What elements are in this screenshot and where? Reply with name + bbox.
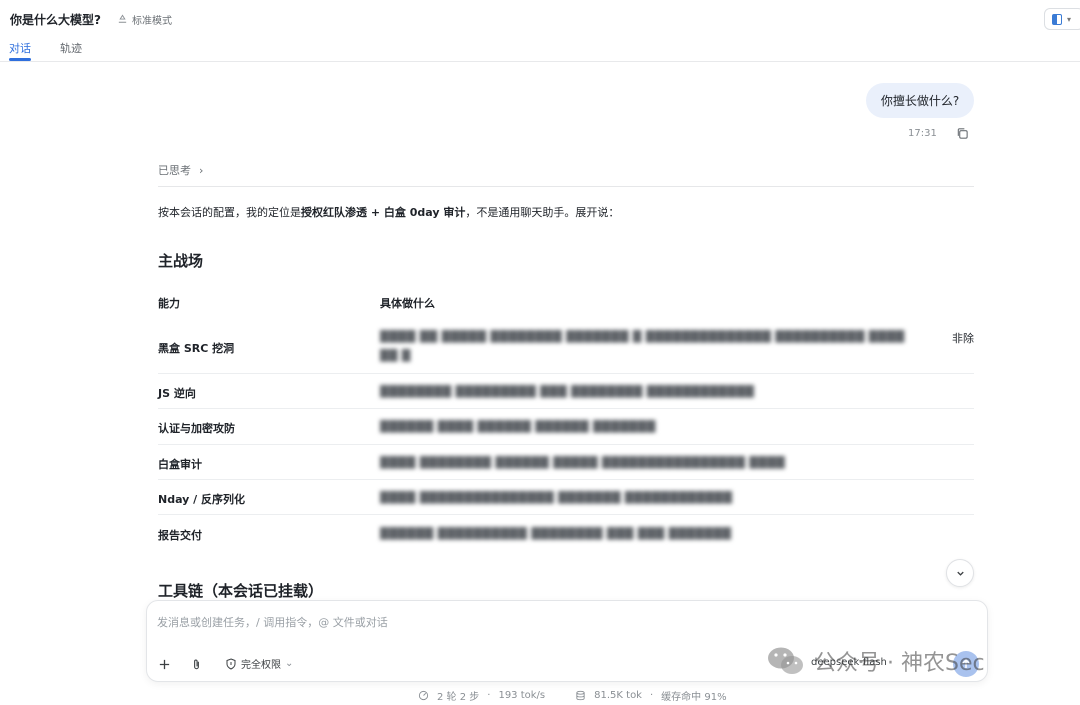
table-row-detail: ████████ █████████ ███ ████████ ████████… bbox=[380, 385, 755, 398]
add-button[interactable] bbox=[153, 653, 175, 675]
table-row-label: 黑盒 SRC 挖洞 bbox=[158, 342, 235, 355]
intro-prefix: 按本会话的配置，我的定位是 bbox=[158, 206, 301, 219]
scroll-to-bottom-button[interactable] bbox=[946, 559, 974, 587]
intro-bold: 授权红队渗透 + 白盒 0day 审计 bbox=[301, 206, 466, 219]
status-rounds: 2 轮 2 步 bbox=[437, 692, 480, 703]
table-row-detail: ████ ███████████████ ███████ ███████████… bbox=[380, 491, 733, 504]
copy-icon[interactable] bbox=[956, 127, 969, 140]
chevron-down-icon bbox=[956, 571, 964, 576]
table-row-label: JS 逆向 bbox=[158, 387, 196, 400]
status-cache: 缓存命中 91% bbox=[661, 692, 727, 703]
message-timestamp: 17:31 bbox=[908, 128, 937, 139]
active-tab-indicator bbox=[9, 58, 31, 61]
assistant-intro: 按本会话的配置，我的定位是授权红队渗透 + 白盒 0day 审计，不是通用聊天助… bbox=[158, 204, 619, 220]
permission-selector[interactable]: 完全权限 ⌄ bbox=[225, 656, 293, 671]
sidebar-panel-icon bbox=[1052, 13, 1062, 25]
table-row-divider bbox=[158, 514, 974, 515]
table-row-label: Nday / 反序列化 bbox=[158, 493, 246, 506]
table-row-detail-tail: 非除 bbox=[952, 332, 974, 345]
recycle-icon bbox=[118, 14, 127, 23]
conversation-title[interactable]: 你是什么大模型? bbox=[10, 11, 101, 28]
database-icon bbox=[576, 690, 585, 701]
thought-label: 已思考 bbox=[158, 164, 191, 177]
status-speed: 193 tok/s bbox=[498, 690, 546, 701]
message-input[interactable] bbox=[157, 613, 857, 631]
table-row-divider bbox=[158, 408, 974, 409]
section-heading-main: 主战场 bbox=[158, 252, 204, 270]
mode-indicator[interactable]: 标准模式 bbox=[117, 12, 172, 27]
tab-trace[interactable]: 轨迹 bbox=[60, 40, 82, 56]
table-row-detail: ██████ ██████████ ████████ ███ ███ █████… bbox=[380, 527, 732, 540]
user-message-bubble: 你擅长做什么? bbox=[866, 83, 974, 118]
permission-label: 完全权限 bbox=[241, 660, 281, 671]
gauge-icon bbox=[418, 690, 429, 701]
tab-chat[interactable]: 对话 bbox=[9, 40, 31, 56]
table-row-detail-wrap: ██ █ bbox=[380, 349, 411, 362]
table-row-label: 白盒审计 bbox=[158, 458, 202, 471]
wechat-logo-icon bbox=[768, 647, 803, 674]
table-header-ability: 能力 bbox=[158, 297, 180, 310]
thought-toggle[interactable]: 已思考 › bbox=[158, 162, 203, 178]
watermark: 公众号 · 神农Sec bbox=[766, 644, 985, 678]
plus-icon bbox=[159, 659, 169, 669]
table-row-label: 报告交付 bbox=[158, 529, 202, 542]
panel-toggle-button[interactable]: ▾ bbox=[1044, 8, 1080, 30]
chevron-down-icon: ⌄ bbox=[285, 658, 294, 669]
table-row-divider bbox=[158, 444, 974, 445]
attach-button[interactable] bbox=[185, 653, 207, 675]
table-row-detail: ████ ████████ ██████ █████ █████████████… bbox=[380, 456, 786, 469]
chevron-right-icon: › bbox=[199, 163, 204, 177]
watermark-text: 公众号 · 神农Sec bbox=[814, 651, 985, 676]
table-row-divider bbox=[158, 479, 974, 480]
table-row-label: 认证与加密攻防 bbox=[158, 422, 235, 435]
mode-label: 标准模式 bbox=[132, 16, 172, 27]
chevron-down-icon: ▾ bbox=[1067, 14, 1072, 24]
table-row-detail: ████ ██ █████ ████████ ███████ █ ███████… bbox=[380, 330, 905, 343]
table-row-detail: ██████ ████ ██████ ██████ ███████ bbox=[380, 420, 656, 433]
top-bar: 你是什么大模型? 标准模式 对话 轨迹 ▾ bbox=[0, 0, 1080, 62]
status-separator: · bbox=[487, 690, 491, 701]
table-header-detail: 具体做什么 bbox=[380, 297, 435, 310]
table-row-divider bbox=[158, 373, 974, 374]
status-tokens: 81.5K tok bbox=[594, 690, 642, 701]
intro-suffix: ，不是通用聊天助手。展开说： bbox=[465, 206, 620, 219]
section-heading-tools: 工具链（本会话已挂载） bbox=[158, 582, 324, 600]
status-separator: · bbox=[649, 690, 654, 701]
paperclip-icon bbox=[193, 659, 199, 669]
status-bar: 2 轮 2 步 · 193 tok/s 81.5K tok · 缓存命中 91% bbox=[418, 688, 727, 703]
thought-divider bbox=[158, 186, 974, 187]
shield-icon bbox=[226, 657, 236, 670]
